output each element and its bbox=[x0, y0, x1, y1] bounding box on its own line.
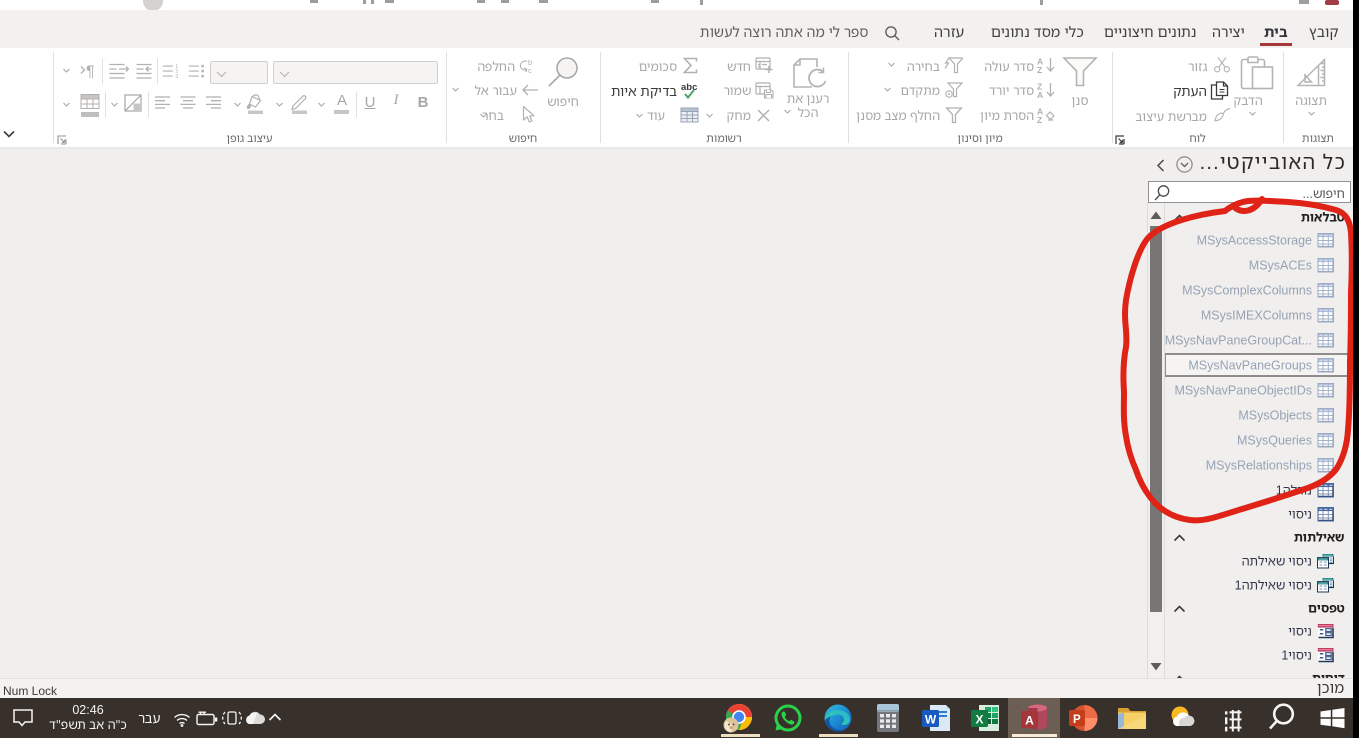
svg-text:P: P bbox=[1073, 714, 1081, 726]
svg-text:W: W bbox=[925, 713, 937, 727]
svg-text:Z: Z bbox=[1037, 115, 1042, 124]
svg-text:A: A bbox=[1037, 90, 1043, 99]
svg-text:A: A bbox=[1025, 714, 1034, 728]
svg-text:X: X bbox=[975, 713, 983, 727]
svg-text:abc: abc bbox=[681, 82, 697, 93]
svg-text:c: c bbox=[528, 66, 532, 74]
svg-text:Z: Z bbox=[1037, 65, 1042, 74]
svg-text:¶: ¶ bbox=[86, 64, 95, 81]
svg-text:3: 3 bbox=[175, 74, 178, 80]
